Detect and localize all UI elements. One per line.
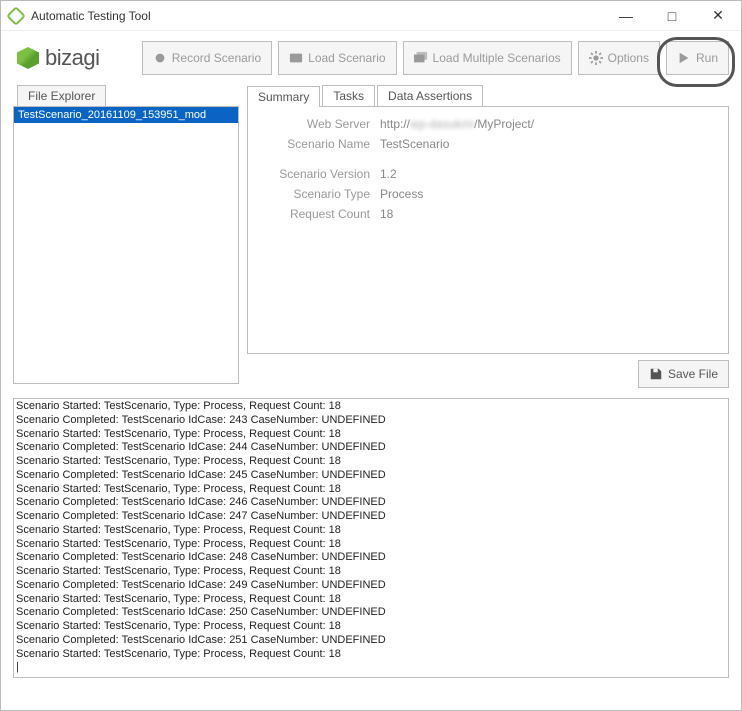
load-label: Load Scenario [308, 51, 385, 65]
scenario-type-label: Scenario Type [260, 187, 370, 201]
body-row: File Explorer TestScenario_20161109_1539… [1, 81, 741, 392]
tab-row: Summary Tasks Data Assertions [247, 85, 729, 107]
tab-summary[interactable]: Summary [247, 86, 320, 107]
scenario-version-label: Scenario Version [260, 167, 370, 181]
tab-assertions[interactable]: Data Assertions [377, 85, 483, 106]
close-button[interactable]: ✕ [695, 1, 741, 31]
minimize-button[interactable]: — [603, 1, 649, 31]
webserver-label: Web Server [260, 117, 370, 131]
record-scenario-button[interactable]: Record Scenario [142, 41, 272, 75]
main-panel: Summary Tasks Data Assertions Web Server… [247, 85, 729, 392]
window-controls: — □ ✕ [603, 1, 741, 31]
logo-icon [17, 47, 39, 69]
app-icon [6, 6, 26, 26]
load-icon [289, 51, 303, 65]
summary-body: Web Server http://wp-dasukmi/MyProject/ … [247, 107, 729, 354]
options-button[interactable]: Options [578, 41, 660, 75]
save-icon [649, 367, 663, 381]
run-button[interactable]: Run [666, 41, 729, 75]
titlebar: Automatic Testing Tool — □ ✕ [1, 1, 741, 31]
load-multiple-label: Load Multiple Scenarios [433, 51, 561, 65]
scenario-type-value: Process [380, 187, 423, 201]
record-icon [153, 51, 167, 65]
maximize-button[interactable]: □ [649, 1, 695, 31]
request-count-label: Request Count [260, 207, 370, 221]
request-count-value: 18 [380, 207, 393, 221]
app-window: Automatic Testing Tool — □ ✕ bizagi Reco… [0, 0, 742, 711]
record-label: Record Scenario [172, 51, 261, 65]
scenario-version-value: 1.2 [380, 167, 397, 181]
run-label: Run [696, 51, 718, 65]
webserver-value: http://wp-dasukmi/MyProject/ [380, 117, 534, 131]
save-label: Save File [668, 367, 718, 381]
logo-text: bizagi [45, 45, 99, 71]
save-file-button[interactable]: Save File [638, 360, 729, 388]
run-icon [677, 51, 691, 65]
load-scenario-button[interactable]: Load Scenario [278, 41, 396, 75]
toolbar: bizagi Record Scenario Load Scenario Loa… [1, 31, 741, 81]
options-label: Options [608, 51, 649, 65]
file-explorer-tab[interactable]: File Explorer [17, 85, 106, 106]
scenario-name-value: TestScenario [380, 137, 449, 151]
gear-icon [589, 51, 603, 65]
logo: bizagi [17, 45, 99, 71]
file-explorer-panel: File Explorer TestScenario_20161109_1539… [13, 85, 239, 392]
log-textbox[interactable]: Scenario Started: TestScenario, Type: Pr… [13, 398, 729, 678]
scenario-name-label: Scenario Name [260, 137, 370, 151]
file-explorer-list[interactable]: TestScenario_20161109_153951_mod [13, 106, 239, 384]
window-title: Automatic Testing Tool [31, 9, 603, 23]
log-area: Scenario Started: TestScenario, Type: Pr… [13, 398, 729, 698]
file-explorer-item[interactable]: TestScenario_20161109_153951_mod [14, 107, 238, 123]
load-multiple-icon [414, 51, 428, 65]
tab-tasks[interactable]: Tasks [322, 85, 375, 106]
load-multiple-button[interactable]: Load Multiple Scenarios [403, 41, 572, 75]
